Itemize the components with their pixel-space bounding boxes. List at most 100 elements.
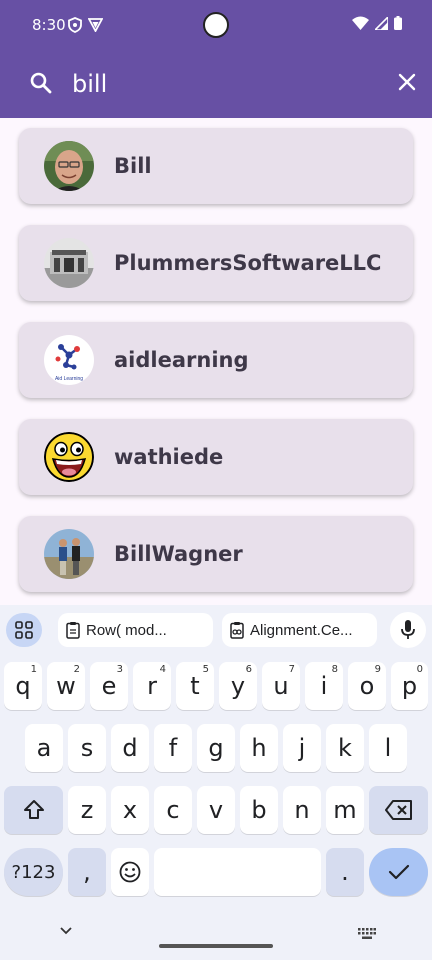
- result-card[interactable]: Bill: [19, 128, 413, 204]
- key-a[interactable]: a: [25, 724, 63, 772]
- key-hint: 0: [416, 664, 423, 675]
- result-name: wathiede: [114, 445, 224, 469]
- key-hint: 5: [202, 664, 209, 675]
- key-label: p: [401, 672, 418, 700]
- status-right-icons: [352, 16, 402, 30]
- key-z[interactable]: z: [68, 786, 106, 834]
- enter-key[interactable]: [369, 848, 428, 896]
- key-p[interactable]: p0: [391, 662, 428, 710]
- key-x[interactable]: x: [111, 786, 149, 834]
- key-k[interactable]: k: [326, 724, 364, 772]
- signal-icon: [375, 16, 388, 30]
- key-d[interactable]: d: [111, 724, 149, 772]
- key-n[interactable]: n: [283, 786, 321, 834]
- status-time: 8:30: [32, 16, 66, 34]
- key-y[interactable]: y6: [219, 662, 257, 710]
- period-key[interactable]: .: [326, 848, 364, 896]
- key-o[interactable]: o9: [348, 662, 386, 710]
- backspace-icon: [384, 800, 412, 820]
- search-app-bar: bill: [0, 52, 432, 118]
- key-h[interactable]: h: [240, 724, 278, 772]
- key-j[interactable]: j: [283, 724, 321, 772]
- chevron-down-icon[interactable]: [59, 926, 73, 935]
- result-card[interactable]: BillWagner: [19, 516, 413, 592]
- suggestion-text: Row( mod...: [86, 621, 167, 639]
- avatar-caption: Aid Learning: [55, 376, 83, 382]
- key-s[interactable]: s: [68, 724, 106, 772]
- key-hint: 7: [288, 664, 295, 675]
- key-v[interactable]: v: [197, 786, 235, 834]
- key-g[interactable]: g: [197, 724, 235, 772]
- clipboard-icon: [66, 622, 80, 639]
- apps-grid-button[interactable]: [6, 613, 42, 647]
- clipboard-suggestion-chip[interactable]: Row( mod...: [58, 613, 213, 647]
- backspace-key[interactable]: [369, 786, 428, 834]
- space-key[interactable]: [154, 848, 321, 896]
- shift-key[interactable]: [4, 786, 63, 834]
- key-hint: 3: [116, 664, 123, 675]
- camera-cutout: [203, 12, 229, 38]
- key-l[interactable]: l: [369, 724, 407, 772]
- key-hint: 8: [331, 664, 338, 675]
- key-label: q: [15, 672, 31, 700]
- key-label: o: [359, 672, 375, 700]
- shield-icon: [68, 17, 82, 33]
- on-screen-keyboard: Row( mod... Alignment.Ce... q1 w2 e3 r4 …: [0, 605, 432, 960]
- clipboard-link-icon: [230, 622, 244, 639]
- gesture-nav-bar[interactable]: [159, 944, 273, 948]
- avatar: [44, 238, 94, 288]
- suggestion-text: Alignment.Ce...: [250, 621, 353, 639]
- key-q[interactable]: q1: [4, 662, 42, 710]
- key-hint: 2: [73, 664, 80, 675]
- result-card[interactable]: wathiede: [19, 419, 413, 495]
- result-name: BillWagner: [114, 542, 243, 566]
- comma-key[interactable]: ,: [68, 848, 106, 896]
- emoji-key[interactable]: [111, 848, 149, 896]
- key-label: e: [101, 672, 117, 700]
- key-label: r: [147, 672, 157, 700]
- result-name: PlummersSoftwareLLC: [114, 251, 382, 275]
- clipboard-suggestion-chip[interactable]: Alignment.Ce...: [222, 613, 377, 647]
- key-r[interactable]: r4: [133, 662, 171, 710]
- keyboard-switch-icon[interactable]: [358, 928, 376, 940]
- vpn-icon: [88, 18, 103, 32]
- results-list: Bill PlummersSoftwareLLC Aid Learning ai…: [0, 118, 432, 605]
- key-u[interactable]: u7: [262, 662, 300, 710]
- symbols-key[interactable]: ?123: [4, 848, 63, 896]
- result-card[interactable]: PlummersSoftwareLLC: [19, 225, 413, 301]
- avatar: Aid Learning: [44, 335, 94, 385]
- emoji-icon: [119, 861, 141, 883]
- result-name: Bill: [114, 154, 152, 178]
- key-hint: 1: [30, 664, 37, 675]
- key-w[interactable]: w2: [47, 662, 85, 710]
- status-left-icons: [68, 17, 103, 33]
- key-b[interactable]: b: [240, 786, 278, 834]
- voice-input-button[interactable]: [390, 612, 426, 648]
- avatar: [44, 432, 94, 482]
- key-label: i: [320, 672, 328, 700]
- grid-icon: [15, 621, 33, 639]
- search-icon[interactable]: [30, 72, 52, 94]
- shift-icon: [23, 800, 44, 819]
- wifi-icon: [352, 16, 369, 30]
- key-m[interactable]: m: [326, 786, 364, 834]
- key-label: u: [273, 672, 289, 700]
- key-label: t: [190, 672, 200, 700]
- key-c[interactable]: c: [154, 786, 192, 834]
- key-label: w: [56, 672, 76, 700]
- close-icon[interactable]: [398, 73, 416, 91]
- avatar: [44, 529, 94, 579]
- key-f[interactable]: f: [154, 724, 192, 772]
- key-hint: 6: [245, 664, 252, 675]
- key-i[interactable]: i8: [305, 662, 343, 710]
- key-hint: 4: [159, 664, 166, 675]
- key-hint: 9: [374, 664, 381, 675]
- checkmark-icon: [388, 864, 409, 880]
- microphone-icon: [401, 620, 415, 639]
- search-input[interactable]: bill: [72, 70, 107, 98]
- key-t[interactable]: t5: [176, 662, 214, 710]
- avatar: [44, 141, 94, 191]
- status-bar: 8:30: [0, 0, 432, 52]
- result-card[interactable]: Aid Learning aidlearning: [19, 322, 413, 398]
- key-e[interactable]: e3: [90, 662, 128, 710]
